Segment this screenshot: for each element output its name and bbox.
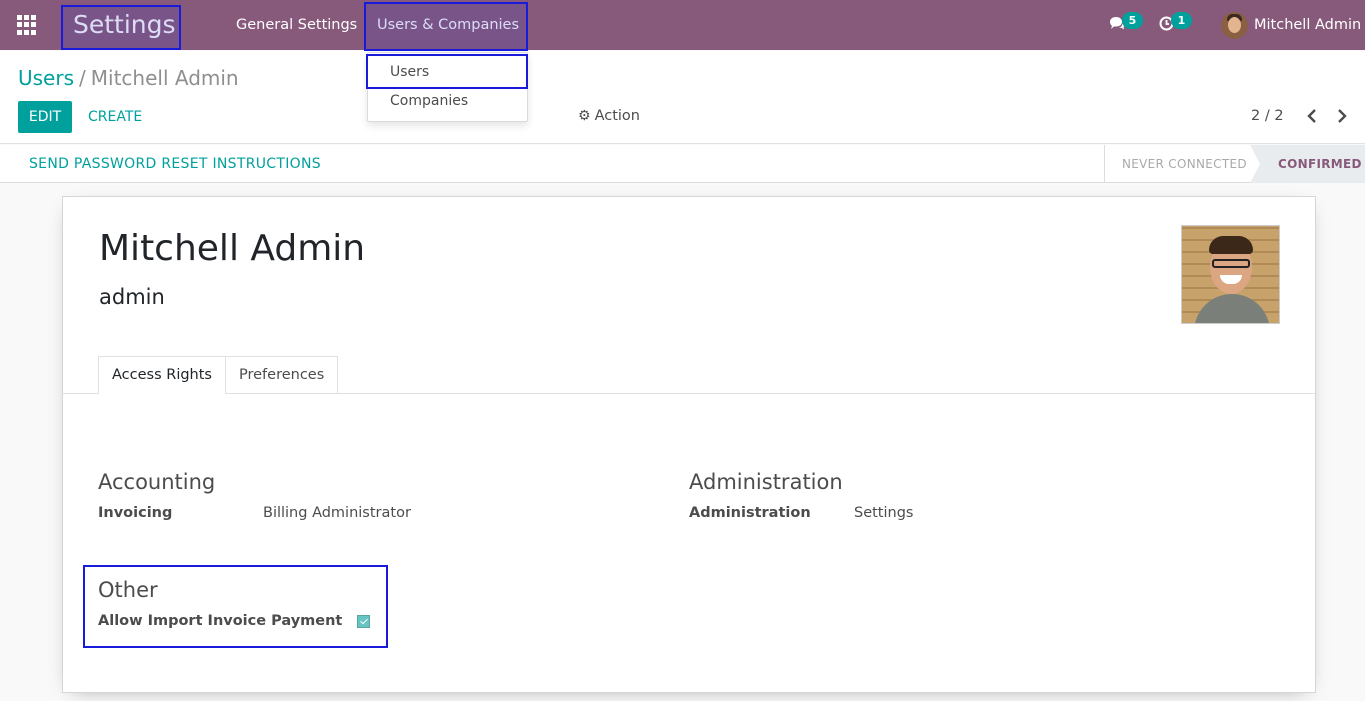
field-label-invoicing: Invoicing [98, 505, 173, 521]
field-value-administration: Settings [854, 505, 914, 521]
dropdown-item-users[interactable]: Users [390, 64, 429, 80]
menu-users-companies[interactable]: Users & Companies [377, 16, 519, 34]
group-title-other: Other [98, 578, 158, 602]
breadcrumb-separator: / [79, 66, 86, 90]
dropdown-item-companies[interactable]: Companies [390, 93, 468, 109]
messages-badge: 5 [1122, 12, 1143, 29]
action-label: Action [594, 108, 640, 124]
send-password-reset-button[interactable]: SEND PASSWORD RESET INSTRUCTIONS [29, 156, 321, 172]
user-menu[interactable]: Mitchell Admin [1221, 10, 1361, 40]
chevron-left-icon[interactable] [1307, 109, 1317, 127]
users-companies-dropdown: Users Companies [367, 52, 528, 122]
tab-access-rights[interactable]: Access Rights [98, 356, 226, 394]
chevron-right-icon[interactable] [1337, 109, 1347, 127]
tab-preferences[interactable]: Preferences [225, 356, 339, 394]
form-sheet: Mitchell Admin admin Access Rights Prefe… [62, 196, 1316, 693]
pager-value[interactable]: 2 / 2 [1251, 108, 1284, 124]
app-title[interactable]: Settings [73, 8, 176, 42]
action-button[interactable]: ⚙ Action [578, 108, 640, 124]
menu-general-settings[interactable]: General Settings [236, 16, 357, 34]
user-login: admin [99, 285, 165, 309]
control-panel: Users / Mitchell Admin EDIT CREATE ⚙ Actio… [0, 51, 1365, 144]
activities-badge: 1 [1171, 12, 1192, 29]
user-full-name: Mitchell Admin [99, 228, 366, 269]
group-title-accounting: Accounting [98, 470, 216, 494]
avatar [1221, 11, 1248, 39]
field-label-allow-import: Allow Import Invoice Payment [98, 613, 343, 629]
breadcrumb-current: Mitchell Admin [90, 66, 239, 90]
field-value-invoicing: Billing Administrator [263, 505, 411, 521]
top-navbar: Settings General Settings Users & Compan… [0, 0, 1365, 50]
stage-never-connected[interactable]: NEVER CONNECTED [1122, 157, 1247, 171]
apps-grid-icon[interactable] [17, 15, 37, 35]
status-bar: SEND PASSWORD RESET INSTRUCTIONS NEVER C… [0, 145, 1365, 183]
status-divider [1104, 145, 1105, 183]
user-name: Mitchell Admin [1254, 17, 1362, 33]
user-photo [1181, 225, 1280, 324]
allow-import-checkbox[interactable] [357, 615, 370, 628]
create-button[interactable]: CREATE [88, 109, 142, 125]
stage-confirmed[interactable]: CONFIRMED [1278, 157, 1362, 171]
form-tabs: Access Rights Preferences [63, 356, 1315, 394]
group-title-administration: Administration [689, 470, 843, 494]
breadcrumb: Users / Mitchell Admin [18, 66, 239, 90]
field-label-administration: Administration [689, 505, 811, 521]
breadcrumb-users-link[interactable]: Users [18, 66, 74, 90]
edit-button[interactable]: EDIT [18, 101, 72, 133]
gear-icon: ⚙ [578, 108, 591, 124]
